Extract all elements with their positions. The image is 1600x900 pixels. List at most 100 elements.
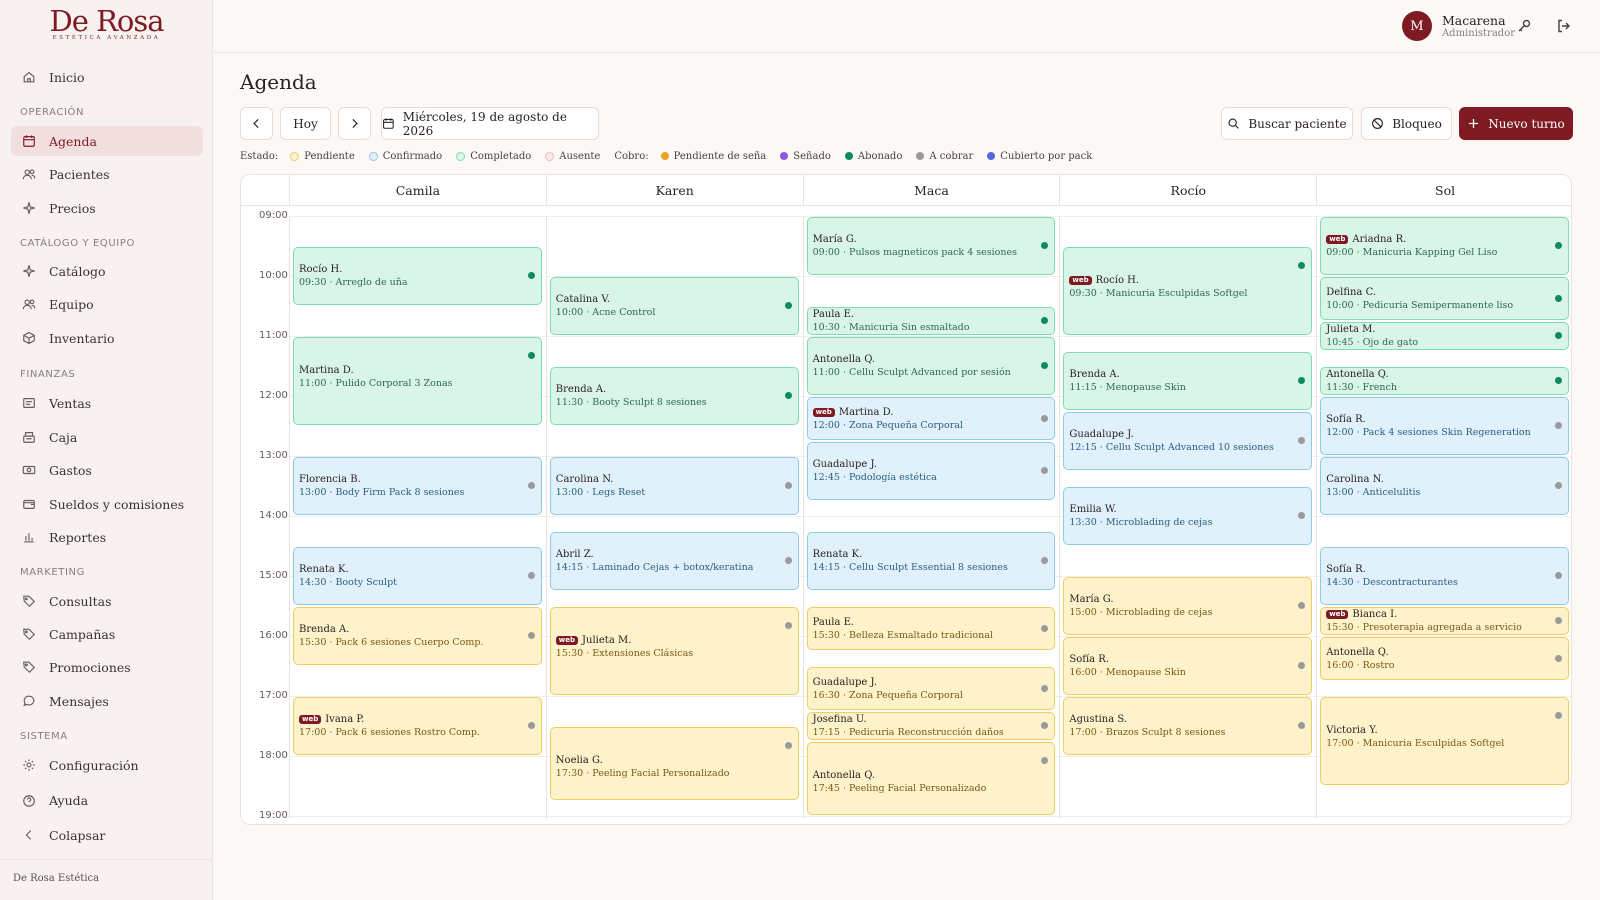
- new-appointment-label: Nuevo turno: [1488, 116, 1565, 131]
- appointment-card[interactable]: web Ivana P. 17:00 · Pack 6 sesiones Rostr…: [293, 697, 542, 755]
- sidebar-item-caja[interactable]: Caja: [11, 422, 203, 452]
- logout-icon[interactable]: [1556, 18, 1572, 34]
- appointment-card[interactable]: Carolina N. 13:00 · Legs Reset: [549, 457, 799, 515]
- appointment-card[interactable]: Rocío H. 09:30 · Arreglo de uña: [293, 247, 542, 305]
- sidebar-item-mensajes[interactable]: Mensajes: [11, 686, 203, 716]
- appointment-card[interactable]: Noelia G. 17:30 · Peeling Facial Personal…: [549, 727, 799, 800]
- date-picker[interactable]: Miércoles, 19 de agosto de 2026: [381, 107, 599, 140]
- appointment-card[interactable]: Guadalupe J. 12:45 · Podología estética: [806, 442, 1056, 500]
- sidebar-item-promociones[interactable]: Promociones: [11, 652, 203, 682]
- legend-label: Completado: [470, 150, 532, 162]
- sidebar-item-equipo[interactable]: Equipo: [11, 289, 203, 319]
- appointment-card[interactable]: Brenda A. 11:15 · Menopause Skin: [1063, 352, 1313, 410]
- appointment-card[interactable]: María G. 09:00 · Pulsos magneticos pack 4…: [806, 217, 1056, 275]
- appointment-service: Pulsos magneticos pack 4 sesiones: [849, 247, 1018, 258]
- appointment-card[interactable]: Agustina S. 17:00 · Brazos Sculpt 8 sesio…: [1063, 697, 1313, 755]
- appointment-time: 09:30: [299, 277, 327, 288]
- appointment-card[interactable]: Paula E. 10:30 · Manicuria Sin esmaltado: [806, 307, 1056, 335]
- payment-dot: [916, 152, 925, 160]
- appointment-detail: 13:00 · Legs Reset: [555, 487, 646, 498]
- sidebar-item-reportes[interactable]: Reportes: [11, 522, 203, 552]
- sidebar-item-ayuda[interactable]: Ayuda: [11, 793, 203, 809]
- appointment-card[interactable]: María G. 15:00 · Microblading de cejas: [1063, 577, 1313, 635]
- appointment-card[interactable]: Emilia W. 13:30 · Microblading de cejas: [1063, 487, 1313, 545]
- new-appointment-button[interactable]: Nuevo turno: [1459, 107, 1573, 140]
- sidebar-item-inicio[interactable]: Inicio: [11, 62, 203, 92]
- appointment-card[interactable]: Guadalupe J. 16:30 · Zona Pequeña Corpora…: [806, 667, 1056, 710]
- next-day-button[interactable]: [338, 107, 371, 140]
- appointment-card[interactable]: Antonella Q. 16:00 · Rostro: [1320, 637, 1569, 680]
- appointment-detail: 13:00 · Body Firm Pack 8 sesiones: [299, 487, 465, 498]
- appointment-patient: María G.: [813, 233, 1035, 246]
- appointment-card[interactable]: Paula E. 15:30 · Belleza Esmaltado tradic…: [806, 607, 1056, 650]
- appointment-detail: 14:30 · Descontracturantes: [1326, 577, 1458, 588]
- appointment-card[interactable]: web Martina D. 12:00 · Zona Pequeña Corpor…: [806, 397, 1056, 440]
- key-icon[interactable]: [1516, 18, 1532, 34]
- sidebar-item-sueldos[interactable]: Sueldos y comisiones: [11, 489, 203, 519]
- sidebar-item-colapsar[interactable]: Colapsar: [11, 820, 203, 850]
- appointment-patient: Josefina U.: [813, 713, 1035, 726]
- status-ring: [456, 151, 466, 161]
- appointment-card[interactable]: Delfina C. 10:00 · Pedicuria Semipermanen…: [1320, 277, 1569, 320]
- sidebar-item-label: Reportes: [49, 529, 107, 545]
- appointment-card[interactable]: Sofía R. 12:00 · Pack 4 sesiones Skin Reg…: [1320, 397, 1569, 455]
- chevron-right-icon: [352, 119, 358, 128]
- appointment-time: 10:30: [812, 322, 840, 333]
- user-menu[interactable]: M Macarena Administrador: [1401, 11, 1515, 41]
- sidebar-item-agenda[interactable]: Agenda: [11, 126, 203, 156]
- appointment-time: 10:00: [555, 307, 584, 318]
- appointment-card[interactable]: web Julieta M. 15:30 · Extensiones Clásica…: [549, 607, 799, 695]
- appointment-time: 12:15: [1069, 442, 1097, 453]
- appointment-card[interactable]: Martina D. 11:00 · Pulido Corporal 3 Zona…: [293, 337, 542, 425]
- appointment-card[interactable]: Josefina U. 17:15 · Pedicuria Reconstrucc…: [806, 712, 1056, 740]
- appointment-card[interactable]: Carolina N. 13:00 · Anticelulitis: [1320, 457, 1569, 515]
- prev-day-button[interactable]: [240, 107, 273, 140]
- appointment-service: Pulido Corporal 3 Zonas: [335, 378, 453, 389]
- web-badge: web: [299, 715, 322, 724]
- patient-name: Sofía R.: [1326, 564, 1366, 575]
- sidebar-item-inventario[interactable]: Inventario: [11, 323, 203, 353]
- search-patient-button[interactable]: Buscar paciente: [1221, 107, 1353, 140]
- appointment-card[interactable]: Julieta M. 10:45 · Ojo de gato: [1320, 322, 1569, 350]
- sidebar-item-gastos[interactable]: Gastos: [11, 455, 203, 485]
- appointment-card[interactable]: Renata K. 14:30 · Booty Sculpt: [293, 547, 542, 605]
- appointment-card[interactable]: Guadalupe J. 12:15 · Cellu Sculpt Advance…: [1063, 412, 1313, 470]
- appointment-card[interactable]: Antonella Q. 11:00 · Cellu Sculpt Advance…: [806, 337, 1056, 395]
- sidebar-item-consultas[interactable]: Consultas: [11, 586, 203, 616]
- patient-name: Renata K.: [299, 564, 349, 575]
- appointment-card[interactable]: web Ariadna R. 09:00 · Manicuria Kapping G…: [1320, 217, 1569, 275]
- payment-status-dot: [1554, 617, 1562, 624]
- appointment-detail: 09:30 · Arreglo de uña: [299, 277, 408, 288]
- appointment-card[interactable]: Renata K. 14:15 · Cellu Sculpt Essential …: [806, 532, 1056, 590]
- sidebar-item-ventas[interactable]: Ventas: [11, 388, 203, 418]
- block-button[interactable]: Bloqueo: [1361, 107, 1452, 140]
- receipt-icon: [21, 395, 37, 411]
- sidebar-item-catalogo[interactable]: Catálogo: [11, 256, 203, 286]
- sidebar-item-configuracion[interactable]: Configuración: [11, 750, 203, 780]
- sidebar-item-campanas[interactable]: Campañas: [11, 619, 203, 649]
- appointment-card[interactable]: Catalina V. 10:00 · Acne Control: [549, 277, 799, 335]
- appointment-card[interactable]: Victoria Y. 17:00 · Manicuria Esculpidas …: [1320, 697, 1569, 785]
- appointment-time: 13:30: [1069, 517, 1097, 528]
- sidebar-item-pacientes[interactable]: Pacientes: [11, 159, 203, 189]
- patient-name: Antonella Q.: [1326, 646, 1389, 658]
- appointment-card[interactable]: Antonella Q. 17:45 · Peeling Facial Perso…: [806, 742, 1056, 815]
- patient-name: Abril Z.: [555, 549, 594, 560]
- appointment-card[interactable]: Antonella Q. 11:30 · French: [1320, 367, 1569, 395]
- appointment-card[interactable]: web Bianca I. 15:30 · Presoterapia agregad…: [1320, 607, 1569, 635]
- appointment-card[interactable]: Abril Z. 14:15 · Laminado Cejas + botox/k…: [549, 532, 799, 590]
- today-button[interactable]: Hoy: [280, 107, 331, 140]
- appointment-card[interactable]: Brenda A. 11:30 · Booty Sculpt 8 sesiones: [549, 367, 799, 425]
- sidebar-item-precios[interactable]: Precios: [11, 193, 203, 223]
- appointment-card[interactable]: Sofía R. 14:30 · Descontracturantes: [1320, 547, 1569, 605]
- appointment-card[interactable]: Sofía R. 16:00 · Menopause Skin: [1063, 637, 1313, 695]
- appointment-detail: 12:00 · Pack 4 sesiones Skin Regeneratio…: [1326, 427, 1531, 438]
- avatar[interactable]: M: [1401, 11, 1432, 41]
- appointment-card[interactable]: Brenda A. 15:30 · Pack 6 sesiones Cuerpo …: [293, 607, 542, 665]
- users-icon: [21, 166, 37, 182]
- appointment-detail: 13:30 · Microblading de cejas: [1069, 517, 1213, 528]
- appointment-card[interactable]: Florencia B. 13:00 · Body Firm Pack 8 ses…: [293, 457, 542, 515]
- payment-dot: [987, 152, 996, 160]
- payment-status-dot: [784, 557, 792, 564]
- appointment-card[interactable]: web Rocío H. 09:30 · Manicuria Esculpidas …: [1063, 247, 1313, 335]
